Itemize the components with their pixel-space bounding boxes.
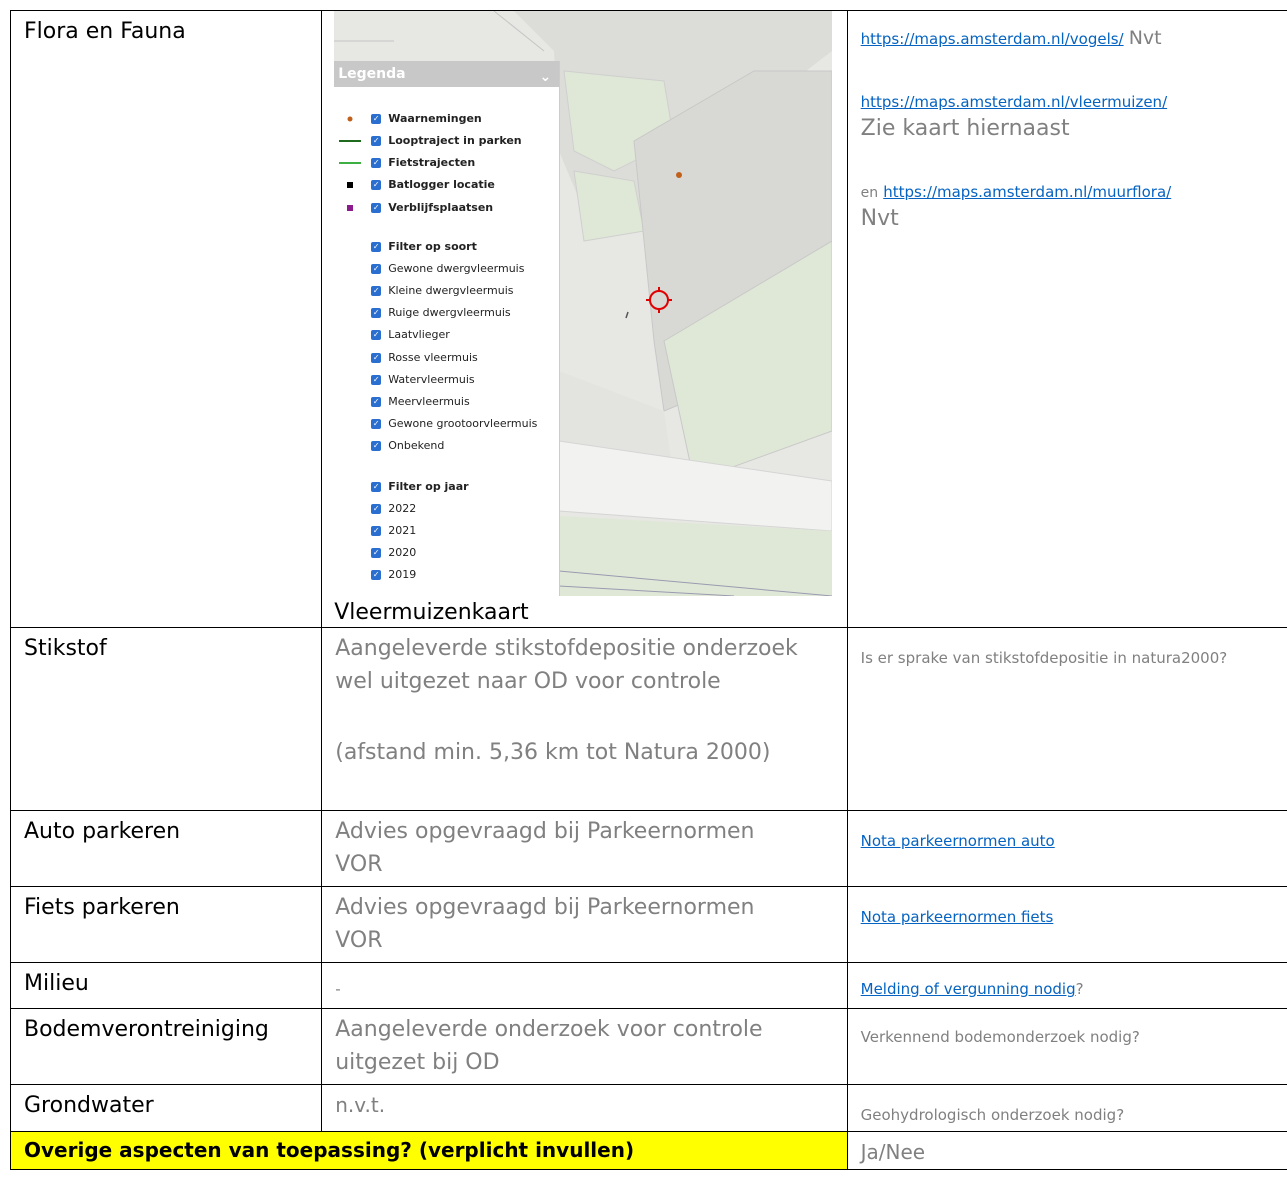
legend-label: Ruige dwergvleermuis — [388, 306, 511, 319]
checkbox-icon[interactable]: ✓ — [371, 419, 382, 429]
checkbox-icon[interactable]: ✓ — [371, 353, 382, 363]
label-stikstof: Stikstof — [24, 636, 107, 661]
legend-label: 2022 — [388, 502, 417, 515]
legend-label: Gewone grootoorvleermuis — [388, 417, 538, 430]
legend-label: 2020 — [388, 546, 417, 559]
link-vleermuizen[interactable]: https://maps.amsterdam.nl/vleermuizen/ — [861, 93, 1167, 111]
fiets-value: Advies opgevraagd bij Parkeernormen VOR — [335, 895, 755, 953]
label-auto-parkeren: Auto parkeren — [24, 819, 181, 844]
legend-title: Legenda — [338, 66, 406, 82]
stikstof-value: Aangeleverde stikstofdepositie onderzoek… — [335, 636, 798, 694]
auto-value: Advies opgevraagd bij Parkeernormen VOR — [335, 819, 755, 877]
map-cell: Legenda ⌄ ✓ Waarnemingen ✓ Looptraject i… — [321, 10, 848, 628]
legend-label: Filter op soort — [388, 240, 477, 253]
chevron-down-icon[interactable]: ⌄ — [540, 64, 552, 90]
stikstof-hint: Is er sprake van stikstofdepositie in na… — [860, 649, 1228, 667]
bodem-value: Aangeleverde onderzoek voor controle uit… — [335, 1017, 763, 1075]
legend-label: Waarnemingen — [388, 112, 482, 125]
checkbox-icon[interactable]: ✓ — [371, 397, 382, 407]
checkbox-icon[interactable]: ✓ — [371, 330, 382, 340]
bodem-hint: Verkennend bodemonderzoek nodig? — [860, 1028, 1140, 1046]
square-icon — [347, 182, 354, 188]
overige-value: Ja/Nee — [860, 1140, 926, 1164]
dot-icon — [347, 116, 353, 122]
checkbox-icon[interactable]: ✓ — [371, 264, 382, 274]
line-icon — [339, 140, 362, 142]
row-auto-parkeren: Auto parkeren Advies opgevraagd bij Park… — [9, 810, 1287, 887]
checkbox-icon[interactable]: ✓ — [371, 136, 382, 146]
legend-label: Watervleermuis — [388, 373, 475, 386]
vleermuizen-value: Zie kaart hiernaast — [860, 116, 1070, 141]
link-nota-fiets[interactable]: Nota parkeernormen fiets — [861, 908, 1054, 926]
legend-label: Rosse vleermuis — [388, 351, 478, 364]
legend-header[interactable]: Legenda ⌄ — [334, 61, 560, 90]
checkbox-icon[interactable]: ✓ — [371, 203, 382, 213]
line-icon — [339, 162, 362, 164]
label-grondwater: Grondwater — [24, 1093, 154, 1118]
muurflora-value: Nvt — [860, 206, 899, 231]
legend-label: Gewone dwergvleermuis — [388, 262, 525, 275]
label-flora-fauna: Flora en Fauna — [24, 19, 186, 44]
en-text: en — [860, 185, 879, 201]
vogels-value: Nvt — [1128, 27, 1162, 49]
checkbox-icon[interactable]: ✓ — [371, 242, 382, 252]
document-table: Flora en Fauna Legenda ⌄ ✓ Waarnemingen … — [9, 10, 1287, 1170]
map-caption: Vleermuizenkaart — [334, 600, 529, 625]
checkbox-icon[interactable]: ✓ — [371, 504, 382, 514]
label-milieu: Milieu — [24, 971, 89, 996]
row-flora-fauna: Flora en Fauna Legenda ⌄ ✓ Waarnemingen … — [9, 10, 1287, 628]
row-milieu: Milieu - Melding of vergunning nodig? — [9, 962, 1287, 1009]
milieu-value: - — [335, 980, 341, 998]
checkbox-icon[interactable]: ✓ — [371, 526, 382, 536]
label-bodemverontreiniging: Bodemverontreiniging — [24, 1017, 269, 1042]
row-bodemverontreiniging: Bodemverontreiniging Aangeleverde onderz… — [9, 1008, 1287, 1085]
map-legend: Legenda ⌄ ✓ Waarnemingen ✓ Looptraject i… — [334, 61, 561, 596]
checkbox-icon[interactable]: ✓ — [371, 375, 382, 385]
grondwater-hint: Geohydrologisch onderzoek nodig? — [860, 1106, 1125, 1124]
label-overige: Overige aspecten van toepassing? (verpli… — [11, 1132, 847, 1166]
row-fiets-parkeren: Fiets parkeren Advies opgevraagd bij Par… — [9, 886, 1287, 963]
checkbox-icon[interactable]: ✓ — [371, 441, 382, 451]
bat-map[interactable]: Legenda ⌄ ✓ Waarnemingen ✓ Looptraject i… — [334, 11, 833, 596]
grondwater-value: n.v.t. — [335, 1093, 386, 1117]
milieu-hint-suffix: ? — [1075, 980, 1084, 998]
legend-label: Filter op jaar — [388, 480, 469, 493]
checkbox-icon[interactable]: ✓ — [371, 180, 382, 190]
legend-label: Onbekend — [388, 439, 445, 452]
label-fiets-parkeren: Fiets parkeren — [24, 895, 180, 920]
link-nota-auto[interactable]: Nota parkeernormen auto — [861, 832, 1055, 850]
row-grondwater: Grondwater n.v.t. Geohydrologisch onderz… — [9, 1084, 1287, 1132]
checkbox-icon[interactable]: ✓ — [371, 548, 382, 558]
legend-label: Looptraject in parken — [388, 134, 522, 147]
legend-label: 2021 — [388, 524, 417, 537]
stikstof-distance: (afstand min. 5,36 km tot Natura 2000) — [335, 740, 771, 765]
legend-label: 2019 — [388, 568, 417, 581]
checkbox-icon[interactable]: ✓ — [371, 570, 382, 580]
checkbox-icon[interactable]: ✓ — [371, 286, 382, 296]
link-melding-vergunning[interactable]: Melding of vergunning nodig — [861, 980, 1076, 998]
legend-label: Fietstrajecten — [388, 156, 476, 169]
legend-label: Laatvlieger — [388, 328, 450, 341]
row-stikstof: Stikstof Aangeleverde stikstofdepositie … — [9, 627, 1287, 811]
legend-label: Kleine dwergvleermuis — [388, 284, 514, 297]
square-icon — [347, 205, 354, 211]
legend-label: Meervleermuis — [388, 395, 470, 408]
checkbox-icon[interactable]: ✓ — [371, 482, 382, 492]
checkbox-icon[interactable]: ✓ — [371, 308, 382, 318]
checkbox-icon[interactable]: ✓ — [371, 114, 382, 124]
link-vogels[interactable]: https://maps.amsterdam.nl/vogels/ — [861, 30, 1124, 48]
legend-label: Verblijfsplaatsen — [388, 201, 494, 214]
checkbox-icon[interactable]: ✓ — [371, 158, 382, 168]
legend-label: Batlogger locatie — [388, 178, 495, 191]
row-overige: Overige aspecten van toepassing? (verpli… — [10, 1131, 1287, 1170]
link-muurflora[interactable]: https://maps.amsterdam.nl/muurflora/ — [883, 183, 1171, 201]
